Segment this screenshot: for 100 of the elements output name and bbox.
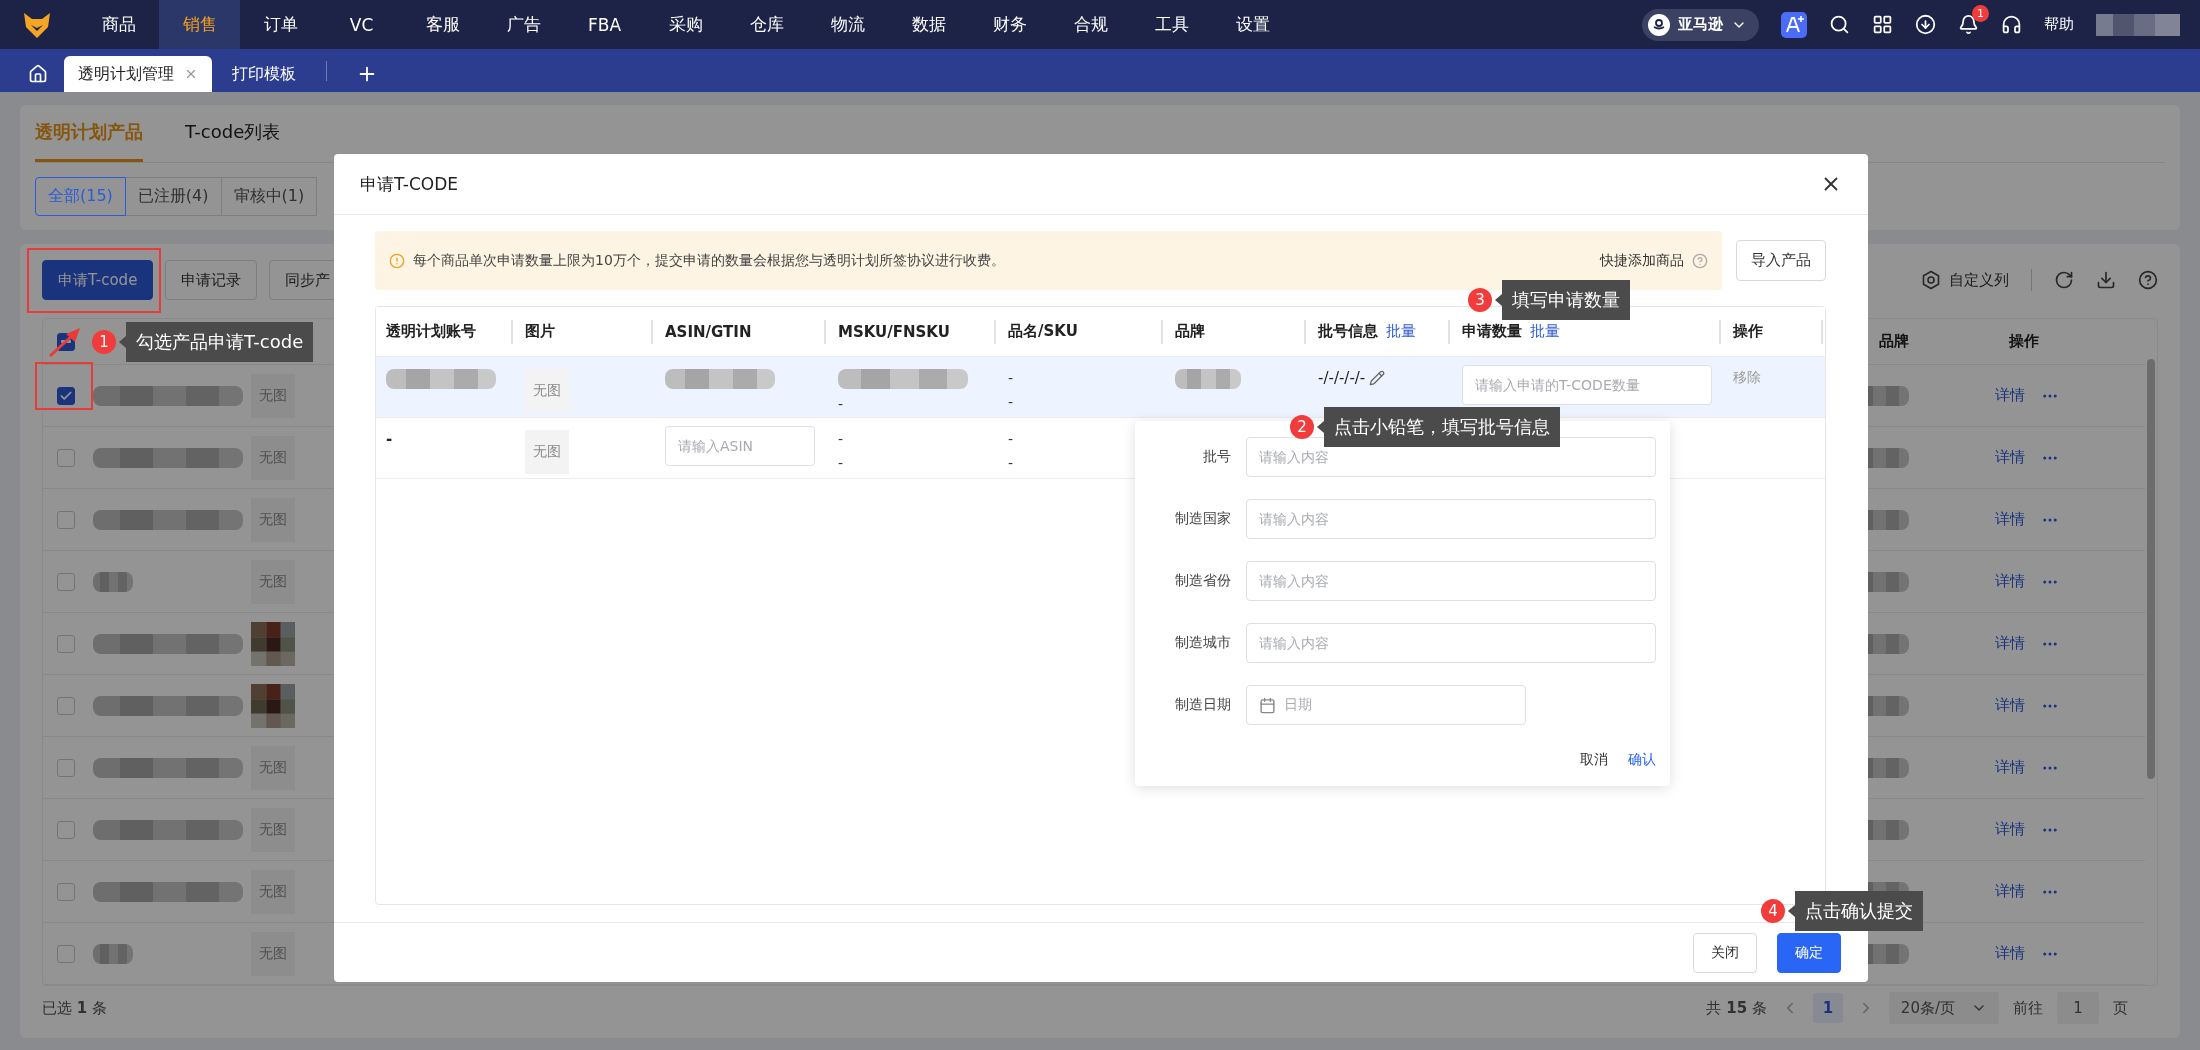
row-checkbox[interactable] bbox=[57, 448, 75, 467]
notification-icon[interactable] bbox=[1958, 14, 1979, 35]
annotation-tooltip: 点击小铅笔，填写批号信息 bbox=[1317, 407, 1560, 447]
table-cell-text: - bbox=[1008, 454, 1015, 472]
import-button[interactable]: 导入产品 bbox=[1736, 240, 1826, 281]
annotation-tooltip: 填写申请数量 bbox=[1495, 280, 1630, 320]
details-link[interactable]: 详情 bbox=[1995, 386, 2025, 405]
search-icon[interactable] bbox=[1829, 14, 1850, 35]
nav-item[interactable]: 财务 bbox=[969, 0, 1050, 49]
no-image-thumbnail: 无图 bbox=[251, 373, 295, 418]
pencil-icon[interactable] bbox=[1369, 370, 1386, 386]
field-label: 制造日期 bbox=[1174, 696, 1231, 714]
input-field[interactable]: 请输入内容 bbox=[1246, 561, 1656, 601]
row-checkbox[interactable] bbox=[57, 510, 75, 529]
row-checkbox[interactable] bbox=[57, 634, 75, 653]
settings-icon bbox=[1921, 270, 1941, 290]
input-field[interactable]: 请输入内容 bbox=[1246, 499, 1656, 539]
table-cell-text: - bbox=[1008, 430, 1015, 448]
no-image-thumbnail: 无图 bbox=[251, 435, 295, 480]
row-checkbox[interactable] bbox=[57, 386, 75, 405]
toolbar-button[interactable]: 申请记录 bbox=[165, 260, 258, 300]
section-tab[interactable]: T-code列表 bbox=[185, 105, 281, 162]
bulk-link[interactable]: 批量 bbox=[1386, 322, 1416, 341]
details-link[interactable]: 详情 bbox=[1995, 758, 2025, 777]
table-cell-text: - bbox=[838, 430, 845, 448]
platform-selector[interactable]: 亚马逊 bbox=[1642, 8, 1759, 41]
blurred-text bbox=[93, 571, 133, 592]
input-field[interactable]: 请输入内容 bbox=[1246, 623, 1656, 663]
highlight-frame bbox=[35, 362, 93, 410]
nav-item[interactable]: FBA bbox=[564, 0, 645, 49]
nav-item[interactable]: 广告 bbox=[483, 0, 564, 49]
table-cell-text: - bbox=[838, 454, 845, 472]
nav-item[interactable]: VC bbox=[321, 0, 402, 49]
field-label: 制造国家 bbox=[1174, 510, 1231, 528]
close-button[interactable]: 关闭 bbox=[1693, 932, 1757, 973]
column-header: 申请数量 bbox=[1462, 322, 1522, 341]
row-checkbox[interactable] bbox=[57, 944, 75, 963]
bulk-link[interactable]: 批量 bbox=[1530, 322, 1560, 341]
nav-item[interactable]: 客服 bbox=[402, 0, 483, 49]
details-link[interactable]: 详情 bbox=[1995, 448, 2025, 467]
field-label: 制造省份 bbox=[1174, 572, 1231, 590]
column-header: 品牌 bbox=[1878, 332, 1910, 351]
nav-item[interactable]: 仓库 bbox=[726, 0, 807, 49]
confirm-button[interactable]: 确认 bbox=[1628, 751, 1656, 769]
row-checkbox[interactable] bbox=[57, 820, 75, 839]
table-cell-text: - bbox=[1008, 369, 1015, 387]
details-link[interactable]: 详情 bbox=[1995, 882, 2025, 901]
grid-icon[interactable] bbox=[1872, 14, 1893, 35]
cancel-button[interactable]: 取消 bbox=[1580, 751, 1608, 769]
toolbar-button[interactable]: 申请T-code bbox=[42, 260, 154, 300]
page-size-select[interactable]: 20条/页 bbox=[1888, 992, 1999, 1024]
ok-button[interactable]: 确定 bbox=[1777, 932, 1841, 973]
headset-icon[interactable] bbox=[2001, 14, 2022, 35]
page-input[interactable]: 1 bbox=[2057, 992, 2099, 1024]
input-field[interactable]: 请输入ASIN bbox=[665, 426, 815, 466]
ai-assistant-icon[interactable] bbox=[1781, 11, 1807, 38]
row-checkbox[interactable] bbox=[57, 696, 75, 715]
dialog-table-row[interactable]: 无图 - - - -/-/-/-/- 请输入申请的T-CODE数量 移除 bbox=[376, 357, 1825, 418]
download-icon[interactable] bbox=[1915, 14, 1936, 35]
input-field[interactable]: 请输入申请的T-CODE数量 bbox=[1462, 365, 1712, 405]
nav-item[interactable]: 物流 bbox=[807, 0, 888, 49]
batch-info-text: -/-/-/-/- bbox=[1318, 369, 1366, 387]
column-header: MSKU/FNSKU bbox=[838, 322, 950, 341]
no-image-thumbnail: 无图 bbox=[251, 745, 295, 790]
nav-item[interactable]: 工具 bbox=[1131, 0, 1212, 49]
quick-add-link[interactable]: 快捷添加商品 bbox=[1600, 251, 1684, 270]
details-link[interactable]: 详情 bbox=[1995, 510, 2025, 529]
details-link[interactable]: 详情 bbox=[1995, 572, 2025, 591]
nav-item[interactable]: 采购 bbox=[645, 0, 726, 49]
row-checkbox[interactable] bbox=[57, 572, 75, 591]
page-tab[interactable]: 透明计划管理 bbox=[64, 56, 212, 92]
nav-item[interactable]: 订单 bbox=[240, 0, 321, 49]
row-checkbox[interactable] bbox=[57, 758, 75, 777]
nav-item[interactable]: 数据 bbox=[888, 0, 969, 49]
help-link[interactable]: 帮助 bbox=[2044, 15, 2074, 34]
refresh-icon[interactable] bbox=[2054, 270, 2074, 290]
minus-icon bbox=[61, 340, 71, 343]
field-label: 批号 bbox=[1202, 448, 1231, 466]
home-icon[interactable] bbox=[28, 64, 48, 84]
column-header: 图片 bbox=[525, 322, 555, 341]
scrollbar-thumb[interactable] bbox=[2147, 359, 2155, 779]
selection-summary: 已选 1 条 bbox=[42, 998, 107, 1018]
page-tab[interactable]: 打印模板 bbox=[218, 56, 310, 92]
details-link[interactable]: 详情 bbox=[1995, 696, 2025, 715]
custom-columns-button[interactable]: 自定义列 bbox=[1921, 270, 2009, 290]
dialog-title: 申请T-CODE bbox=[360, 172, 459, 196]
nav-item[interactable]: 合规 bbox=[1050, 0, 1131, 49]
notification-badge: 1 bbox=[1972, 5, 1989, 22]
filter-chip[interactable]: 审核中(1) bbox=[220, 177, 318, 216]
nav-item[interactable]: 销售 bbox=[159, 0, 240, 49]
page-number[interactable]: 1 bbox=[1812, 993, 1843, 1023]
nav-item[interactable]: 商品 bbox=[78, 0, 159, 49]
details-link[interactable]: 详情 bbox=[1995, 634, 2025, 653]
row-checkbox[interactable] bbox=[57, 882, 75, 901]
help-icon[interactable] bbox=[2138, 270, 2158, 290]
column-header: 品名/SKU bbox=[1008, 322, 1078, 341]
filter-chip[interactable]: 已注册(4) bbox=[124, 177, 222, 216]
nav-item[interactable]: 设置 bbox=[1212, 0, 1293, 49]
details-link[interactable]: 详情 bbox=[1995, 820, 2025, 839]
details-link[interactable]: 详情 bbox=[1995, 944, 2025, 963]
